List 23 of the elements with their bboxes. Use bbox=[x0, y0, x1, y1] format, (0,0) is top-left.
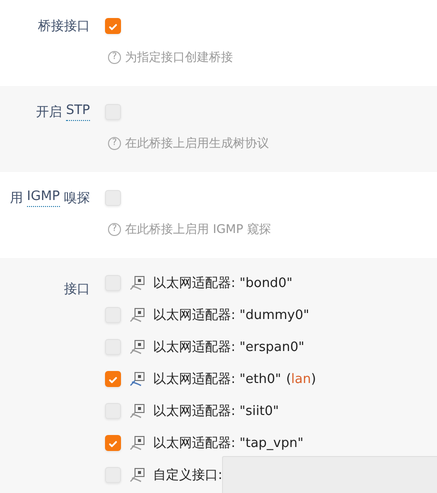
field-label: 开启 STP bbox=[34, 103, 90, 121]
field-label: 接口 bbox=[63, 281, 90, 298]
interface-label: 以太网适配器: "siit0" bbox=[153, 403, 279, 420]
help-text: 在此桥接上启用生成树协议 bbox=[125, 135, 269, 152]
help-icon: ? bbox=[108, 51, 121, 64]
field-label: 用 IGMP 嗅探 bbox=[8, 189, 90, 207]
checkbox[interactable] bbox=[105, 435, 121, 451]
checkbox[interactable] bbox=[105, 18, 121, 34]
interface-label: 以太网适配器: "dummy0" bbox=[153, 307, 310, 324]
help-icon: ? bbox=[108, 137, 121, 150]
checkbox[interactable] bbox=[105, 371, 121, 387]
abbreviation-link[interactable]: STP bbox=[66, 103, 90, 121]
interface-label: 以太网适配器: "eth0" bbox=[153, 371, 282, 388]
interface-label: 以太网适配器: "bond0" bbox=[153, 275, 292, 292]
help-icon: ? bbox=[108, 223, 121, 236]
interface-label: 以太网适配器: "erspan0" bbox=[153, 339, 304, 356]
help-text: 为指定接口创建桥接 bbox=[125, 49, 233, 66]
help-text: 在此桥接上启用 IGMP 窥探 bbox=[125, 221, 272, 238]
interface-label: 自定义接口: bbox=[153, 467, 222, 484]
abbreviation-link[interactable]: IGMP bbox=[26, 189, 60, 207]
interface-label: 以太网适配器: "tap_vpn" bbox=[153, 435, 304, 452]
field-label: 桥接接口 bbox=[37, 18, 90, 35]
zone-label: (lan) bbox=[286, 372, 316, 386]
